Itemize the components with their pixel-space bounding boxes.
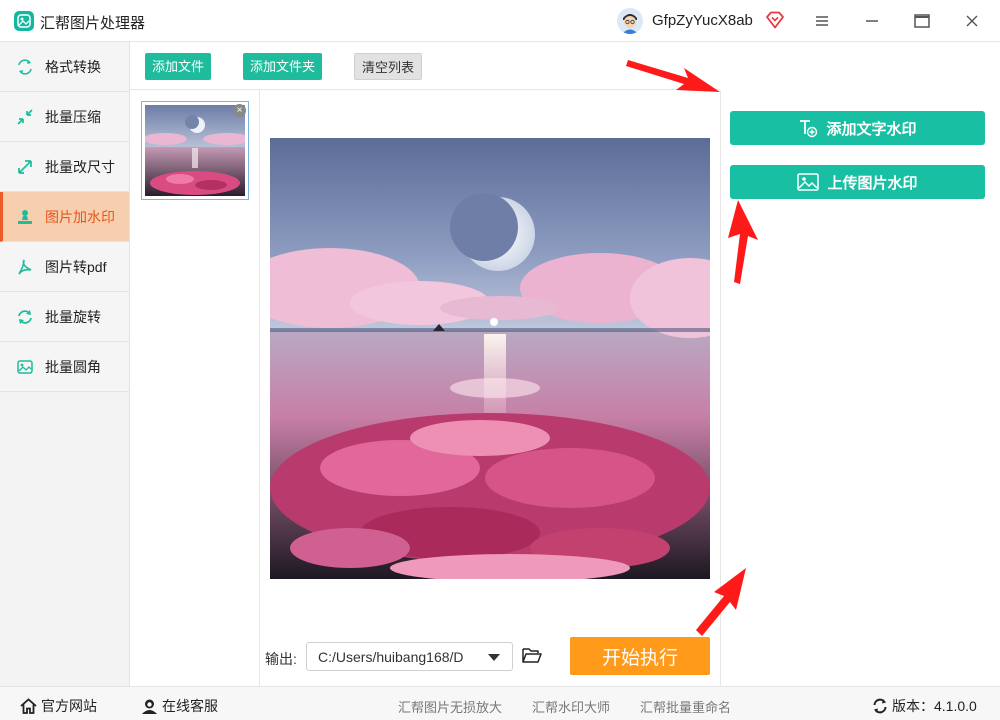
official-website-link[interactable]: 官方网站 bbox=[20, 696, 97, 716]
menu-icon[interactable] bbox=[808, 8, 836, 34]
compress-icon bbox=[15, 107, 35, 127]
online-support-link[interactable]: 在线客服 bbox=[141, 696, 218, 716]
vip-diamond-icon[interactable] bbox=[765, 11, 785, 34]
resize-icon bbox=[15, 157, 35, 177]
add-text-watermark-label: 添加文字水印 bbox=[826, 120, 917, 138]
support-agent-icon bbox=[141, 698, 158, 714]
app-logo-icon bbox=[14, 11, 34, 31]
avatar[interactable] bbox=[617, 8, 643, 34]
output-path-select[interactable]: C:/Users/huibang168/D bbox=[306, 642, 513, 671]
add-file-button[interactable]: 添加文件 bbox=[145, 53, 212, 80]
status-bar: 官方网站 在线客服 汇帮图片无损放大 汇帮水印大师 汇帮批量重命名 版本：4.1… bbox=[0, 686, 1000, 720]
sidebar-item-rotate[interactable]: 批量旋转 bbox=[0, 292, 129, 342]
file-list: × bbox=[130, 90, 260, 686]
rounded-corner-icon bbox=[15, 357, 35, 377]
version-label: 版本：4.1.0.0 bbox=[892, 698, 977, 714]
sidebar-item-label: 批量圆角 bbox=[45, 358, 101, 375]
rotate-icon bbox=[15, 307, 35, 327]
sidebar-item-resize[interactable]: 批量改尺寸 bbox=[0, 142, 129, 192]
sidebar-item-compress[interactable]: 批量压缩 bbox=[0, 92, 129, 142]
file-thumbnail[interactable]: × bbox=[141, 101, 251, 200]
arrow-annotation-icon bbox=[728, 200, 758, 284]
sidebar-item-pdf[interactable]: 图片转pdf bbox=[0, 242, 129, 292]
sidebar-item-format-convert[interactable]: 格式转换 bbox=[0, 42, 129, 92]
username[interactable]: GfpZyYucX8ab bbox=[652, 12, 753, 29]
title-bar: 汇帮图片处理器 GfpZyYucX8ab bbox=[0, 0, 1000, 42]
folder-open-icon[interactable] bbox=[522, 646, 542, 669]
maximize-icon[interactable] bbox=[908, 8, 936, 34]
link-watermark-master[interactable]: 汇帮水印大师 bbox=[532, 697, 610, 716]
sidebar: 格式转换 批量压缩 批量改尺寸 图片加水印 图片转pdf 批量旋转 批量圆角 bbox=[0, 42, 130, 686]
online-support-label: 在线客服 bbox=[162, 698, 218, 714]
version-info[interactable]: 版本：4.1.0.0 bbox=[872, 696, 977, 716]
link-batch-rename[interactable]: 汇帮批量重命名 bbox=[640, 697, 731, 716]
clear-list-button[interactable]: 清空列表 bbox=[354, 53, 423, 80]
link-image-upscale[interactable]: 汇帮图片无损放大 bbox=[398, 697, 502, 716]
panel-divider bbox=[720, 90, 721, 686]
toolbar: 添加文件 添加文件夹 清空列表 bbox=[130, 42, 720, 90]
sidebar-item-watermark[interactable]: 图片加水印 bbox=[0, 192, 129, 242]
sidebar-item-label: 图片加水印 bbox=[45, 208, 115, 225]
add-text-watermark-button[interactable]: 添加文字水印 bbox=[730, 111, 985, 145]
pdf-icon bbox=[15, 257, 35, 277]
preview-image bbox=[270, 138, 710, 579]
official-website-label: 官方网站 bbox=[41, 698, 97, 714]
thumbnail-image bbox=[143, 105, 251, 196]
format-convert-icon bbox=[15, 57, 35, 77]
sidebar-item-label: 图片转pdf bbox=[45, 258, 107, 275]
remove-file-icon[interactable]: × bbox=[233, 104, 246, 117]
add-folder-button[interactable]: 添加文件夹 bbox=[243, 53, 323, 80]
watermark-icon bbox=[15, 207, 35, 227]
sidebar-item-label: 批量旋转 bbox=[45, 308, 101, 325]
home-icon bbox=[20, 698, 37, 714]
app-title: 汇帮图片处理器 bbox=[40, 15, 146, 32]
chevron-down-icon bbox=[488, 654, 500, 661]
minimize-icon[interactable] bbox=[858, 8, 886, 34]
close-icon[interactable] bbox=[958, 8, 986, 34]
output-label: 输出: bbox=[265, 651, 297, 667]
upload-image-watermark-button[interactable]: 上传图片水印 bbox=[730, 165, 985, 199]
refresh-icon bbox=[872, 698, 888, 714]
sidebar-item-label: 批量改尺寸 bbox=[45, 158, 115, 175]
text-watermark-icon bbox=[798, 118, 818, 138]
start-button[interactable]: 开始执行 bbox=[570, 637, 710, 675]
sidebar-item-label: 批量压缩 bbox=[45, 108, 101, 125]
image-icon bbox=[797, 173, 820, 191]
upload-image-watermark-label: 上传图片水印 bbox=[827, 174, 918, 192]
output-path-value: C:/Users/huibang168/D bbox=[318, 649, 464, 665]
sidebar-item-label: 格式转换 bbox=[45, 58, 101, 75]
sidebar-item-rounded-corner[interactable]: 批量圆角 bbox=[0, 342, 129, 392]
